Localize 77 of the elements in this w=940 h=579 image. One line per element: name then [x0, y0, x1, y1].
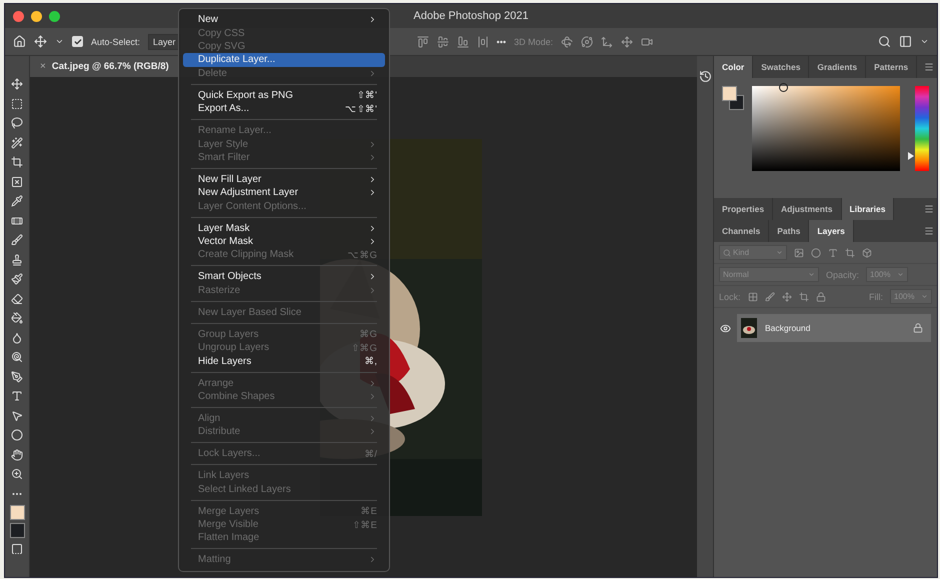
panel-tab[interactable]: Color — [714, 56, 754, 78]
lock-icon[interactable] — [816, 292, 826, 302]
crop-icon[interactable] — [11, 154, 23, 170]
auto-select-label: Auto-Select: — [91, 36, 140, 46]
layer-row[interactable]: Background — [737, 314, 931, 342]
wand-icon[interactable] — [11, 134, 23, 151]
menu-item[interactable]: Duplicate Layer... — [183, 53, 385, 67]
hue-slider-thumb[interactable] — [908, 152, 914, 160]
menu-item[interactable]: New Adjustment Layer — [183, 186, 385, 200]
color-picker[interactable] — [779, 83, 788, 92]
menu-item[interactable]: Smart Objects — [183, 270, 385, 284]
panel-tab[interactable]: Libraries — [842, 198, 894, 220]
stamp-icon[interactable] — [11, 252, 23, 268]
color-field[interactable] — [752, 86, 900, 171]
hue-slider[interactable] — [908, 86, 929, 171]
menu-item[interactable]: Layer Mask — [183, 221, 385, 235]
smart-object-filter-icon[interactable] — [862, 248, 872, 258]
window-title: Adobe Photoshop 2021 — [414, 10, 528, 22]
menu-item[interactable]: Vector Mask — [183, 234, 385, 248]
chevron-down-icon[interactable] — [55, 37, 64, 46]
layer-name: Background — [765, 323, 810, 333]
menu-item[interactable]: Hide Layers ⌘, — [183, 354, 385, 368]
3d-mode-label: 3D Mode: — [514, 36, 554, 46]
search-icon — [723, 248, 731, 256]
search-icon[interactable] — [878, 35, 891, 48]
rotate-3d-icon[interactable] — [561, 36, 574, 48]
background-swatch[interactable] — [10, 523, 24, 538]
type-filter-icon[interactable] — [828, 248, 838, 258]
lock-pixels-icon[interactable] — [748, 292, 758, 302]
orbit-icon[interactable] — [581, 36, 594, 48]
panel-tab[interactable]: Channels — [714, 220, 770, 242]
ellipse-icon[interactable] — [11, 427, 23, 444]
auto-select-checkbox[interactable] — [72, 36, 83, 47]
align-middle-icon[interactable] — [436, 36, 449, 48]
foreground-swatch[interactable] — [10, 505, 24, 520]
home-icon[interactable] — [13, 35, 26, 48]
chevron-down-icon[interactable] — [920, 37, 929, 46]
document-tab[interactable]: × Cat.jpeg @ 66.7% (RGB/8) — [30, 56, 179, 77]
move-icon[interactable] — [34, 35, 47, 48]
image-filter-icon[interactable] — [794, 248, 804, 258]
panel-tab[interactable]: Swatches — [753, 56, 810, 78]
layer-thumbnail — [741, 318, 757, 338]
artboard-icon[interactable] — [798, 292, 809, 302]
more-options[interactable]: ••• — [496, 36, 506, 46]
menu-item[interactable]: Quick Export as PNG ⇧⌘' — [183, 88, 385, 102]
chevron-down-icon — [897, 271, 904, 278]
eye-icon[interactable] — [720, 322, 731, 334]
chevron-down-icon — [921, 293, 928, 300]
align-bottom-icon[interactable] — [456, 36, 469, 48]
move-icon[interactable] — [11, 76, 23, 92]
pan-3d-icon[interactable] — [601, 36, 614, 48]
workspace-icon[interactable] — [899, 35, 912, 48]
chevron-down-icon — [776, 249, 783, 256]
paint-bucket-icon[interactable] — [11, 310, 23, 326]
lasso-icon[interactable] — [11, 115, 23, 132]
chevron-down-icon — [808, 271, 815, 278]
menu-item[interactable]: Export As... ⌥⇧⌘' — [183, 102, 385, 116]
minimize-button[interactable] — [31, 10, 42, 22]
close-button[interactable] — [13, 10, 24, 22]
panel-tab[interactable]: Gradients — [809, 56, 866, 78]
panel-tab[interactable]: Layers — [809, 220, 854, 242]
slide-3d-icon[interactable] — [621, 36, 634, 48]
zoom-button[interactable] — [49, 10, 60, 22]
history-brush-icon[interactable] — [11, 271, 23, 288]
align-top-icon[interactable] — [416, 36, 429, 48]
shape-filter-icon[interactable] — [845, 248, 855, 258]
menu-item[interactable]: New Fill Layer — [183, 172, 385, 186]
panel-tab[interactable]: Patterns — [866, 56, 918, 78]
adjustment-filter-icon[interactable] — [811, 248, 821, 258]
color-swatches-drawing[interactable] — [722, 86, 744, 110]
pen-icon[interactable] — [11, 368, 23, 385]
hand-icon[interactable] — [11, 446, 23, 463]
menu-item[interactable]: New — [183, 13, 385, 26]
distribute-icon[interactable] — [476, 36, 489, 48]
lock-icon[interactable] — [913, 323, 923, 333]
target-dropdown[interactable]: Layer — [148, 34, 181, 50]
video-icon[interactable] — [641, 36, 654, 48]
